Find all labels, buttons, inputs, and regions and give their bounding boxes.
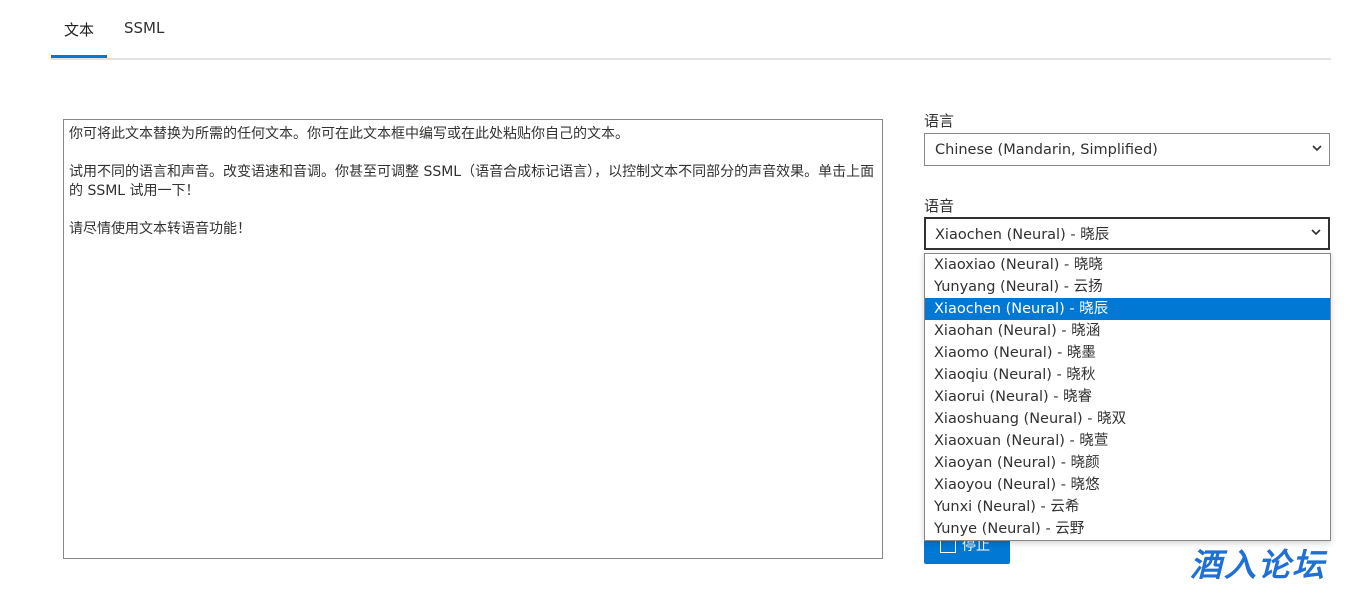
- voice-option[interactable]: Xiaorui (Neural) - 晓睿: [925, 386, 1330, 408]
- voice-option[interactable]: Xiaoyou (Neural) - 晓悠: [925, 474, 1330, 496]
- active-tab-indicator: [51, 55, 107, 58]
- voice-option[interactable]: Yunyang (Neural) - 云扬: [925, 276, 1330, 298]
- voice-label: 语音: [924, 197, 955, 215]
- chevron-down-icon: [1312, 144, 1322, 151]
- voice-dropdown-list: Xiaoxiao (Neural) - 晓晓 Yunyang (Neural) -…: [924, 253, 1331, 541]
- voice-option[interactable]: Xiaohan (Neural) - 晓涵: [925, 320, 1330, 342]
- chevron-down-icon: [1311, 228, 1321, 235]
- voice-option[interactable]: Xiaoshuang (Neural) - 晓双: [925, 408, 1330, 430]
- voice-option[interactable]: Yunxi (Neural) - 云希: [925, 496, 1330, 518]
- voice-select-value: Xiaochen (Neural) - 晓辰: [935, 227, 1110, 243]
- text-input[interactable]: [63, 119, 883, 559]
- voice-option[interactable]: Xiaoyan (Neural) - 晓颜: [925, 452, 1330, 474]
- tab-ssml[interactable]: SSML: [124, 19, 164, 37]
- tab-bar: 文本 SSML: [51, 0, 1331, 60]
- voice-option[interactable]: Xiaochen (Neural) - 晓辰: [925, 298, 1330, 320]
- watermark-logo: 酒入论坛: [1190, 546, 1327, 584]
- language-label: 语言: [924, 112, 955, 130]
- voice-option[interactable]: Xiaoxuan (Neural) - 晓萱: [925, 430, 1330, 452]
- voice-option[interactable]: Xiaoqiu (Neural) - 晓秋: [925, 364, 1330, 386]
- voice-option[interactable]: Yunye (Neural) - 云野: [925, 518, 1330, 540]
- language-select-value: Chinese (Mandarin, Simplified): [935, 141, 1158, 158]
- voice-select[interactable]: Xiaochen (Neural) - 晓辰: [924, 217, 1330, 250]
- voice-option[interactable]: Xiaoxiao (Neural) - 晓晓: [925, 254, 1330, 276]
- language-select[interactable]: Chinese (Mandarin, Simplified): [924, 133, 1330, 166]
- tab-text[interactable]: 文本: [64, 19, 94, 40]
- voice-option[interactable]: Xiaomo (Neural) - 晓墨: [925, 342, 1330, 364]
